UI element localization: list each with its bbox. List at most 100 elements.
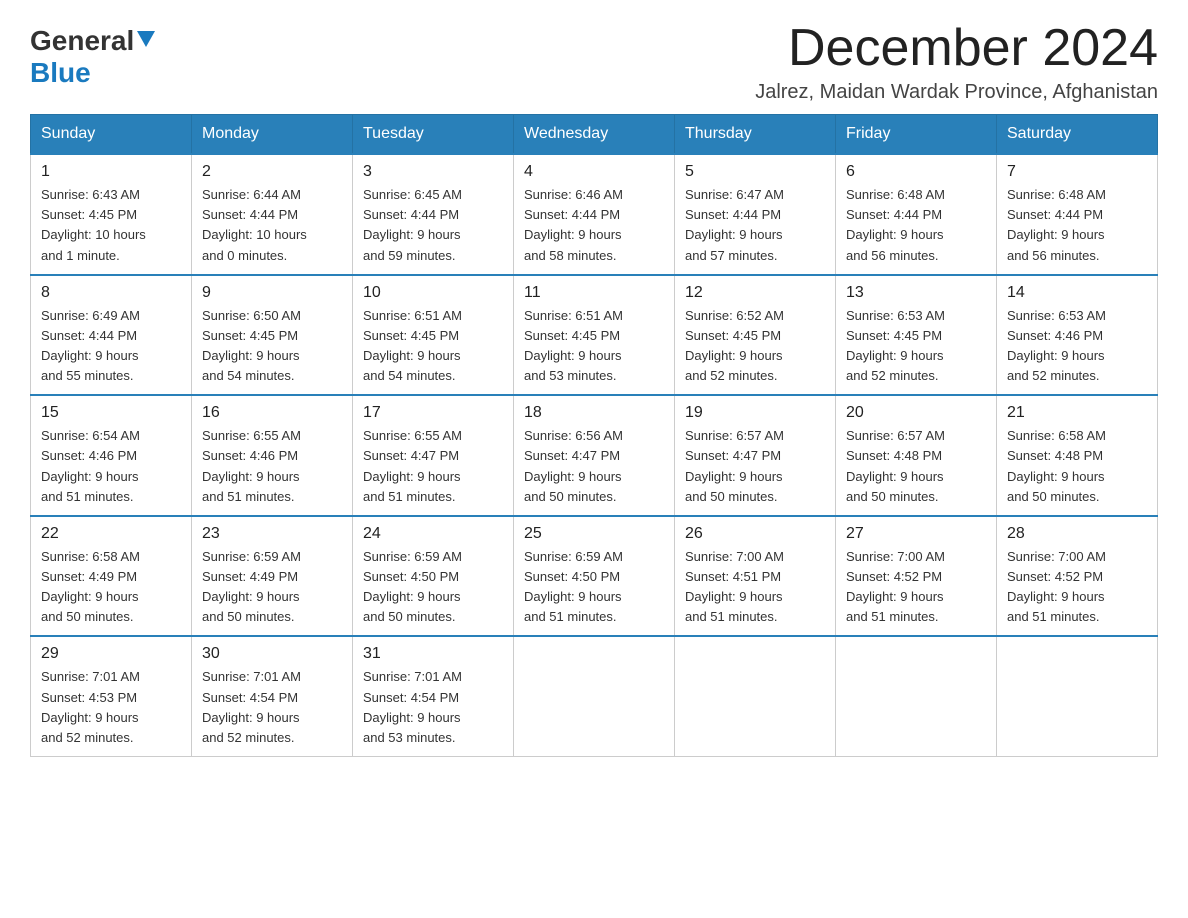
day-number: 4 xyxy=(524,163,664,181)
day-info: Sunrise: 6:58 AMSunset: 4:48 PMDaylight:… xyxy=(1007,426,1147,507)
logo-arrow-icon xyxy=(137,31,155,52)
calendar-week-3: 15 Sunrise: 6:54 AMSunset: 4:46 PMDayligh… xyxy=(31,395,1158,516)
day-number: 15 xyxy=(41,404,181,422)
day-info: Sunrise: 6:47 AMSunset: 4:44 PMDaylight:… xyxy=(685,185,825,266)
calendar-cell xyxy=(514,636,675,756)
day-info: Sunrise: 7:01 AMSunset: 4:53 PMDaylight:… xyxy=(41,667,181,748)
calendar-week-1: 1 Sunrise: 6:43 AMSunset: 4:45 PMDaylight… xyxy=(31,154,1158,275)
calendar-cell: 2 Sunrise: 6:44 AMSunset: 4:44 PMDaylight… xyxy=(192,154,353,275)
calendar-cell: 19 Sunrise: 6:57 AMSunset: 4:47 PMDayligh… xyxy=(675,395,836,516)
title-section: December 2024 Jalrez, Maidan Wardak Prov… xyxy=(755,20,1158,104)
day-info: Sunrise: 6:48 AMSunset: 4:44 PMDaylight:… xyxy=(1007,185,1147,266)
day-info: Sunrise: 6:57 AMSunset: 4:47 PMDaylight:… xyxy=(685,426,825,507)
day-number: 26 xyxy=(685,525,825,543)
calendar-cell: 22 Sunrise: 6:58 AMSunset: 4:49 PMDayligh… xyxy=(31,516,192,637)
calendar-cell: 18Sunrise: 6:56 AMSunset: 4:47 PMDayligh… xyxy=(514,395,675,516)
day-number: 2 xyxy=(202,163,342,181)
day-number: 27 xyxy=(846,525,986,543)
calendar-cell: 5 Sunrise: 6:47 AMSunset: 4:44 PMDaylight… xyxy=(675,154,836,275)
calendar-cell: 8 Sunrise: 6:49 AMSunset: 4:44 PMDaylight… xyxy=(31,275,192,396)
calendar-cell: 4 Sunrise: 6:46 AMSunset: 4:44 PMDaylight… xyxy=(514,154,675,275)
calendar-cell: 17 Sunrise: 6:55 AMSunset: 4:47 PMDayligh… xyxy=(353,395,514,516)
header-monday: Monday xyxy=(192,115,353,155)
day-info: Sunrise: 6:57 AMSunset: 4:48 PMDaylight:… xyxy=(846,426,986,507)
calendar-body: 1 Sunrise: 6:43 AMSunset: 4:45 PMDaylight… xyxy=(31,154,1158,756)
day-info: Sunrise: 6:53 AMSunset: 4:46 PMDaylight:… xyxy=(1007,306,1147,387)
calendar-cell: 15 Sunrise: 6:54 AMSunset: 4:46 PMDayligh… xyxy=(31,395,192,516)
day-info: Sunrise: 6:50 AMSunset: 4:45 PMDaylight:… xyxy=(202,306,342,387)
day-number: 31 xyxy=(363,645,503,663)
calendar-week-5: 29 Sunrise: 7:01 AMSunset: 4:53 PMDayligh… xyxy=(31,636,1158,756)
day-info: Sunrise: 6:49 AMSunset: 4:44 PMDaylight:… xyxy=(41,306,181,387)
header-tuesday: Tuesday xyxy=(353,115,514,155)
day-info: Sunrise: 7:00 AMSunset: 4:52 PMDaylight:… xyxy=(1007,547,1147,628)
day-info: Sunrise: 6:43 AMSunset: 4:45 PMDaylight:… xyxy=(41,185,181,266)
day-info: Sunrise: 6:58 AMSunset: 4:49 PMDaylight:… xyxy=(41,547,181,628)
calendar-cell: 25Sunrise: 6:59 AMSunset: 4:50 PMDayligh… xyxy=(514,516,675,637)
header-row: Sunday Monday Tuesday Wednesday Thursday… xyxy=(31,115,1158,155)
calendar-cell xyxy=(675,636,836,756)
day-info: Sunrise: 7:00 AMSunset: 4:51 PMDaylight:… xyxy=(685,547,825,628)
day-number: 9 xyxy=(202,284,342,302)
calendar-cell xyxy=(836,636,997,756)
day-number: 7 xyxy=(1007,163,1147,181)
day-info: Sunrise: 6:53 AMSunset: 4:45 PMDaylight:… xyxy=(846,306,986,387)
day-number: 10 xyxy=(363,284,503,302)
day-number: 20 xyxy=(846,404,986,422)
day-info: Sunrise: 6:44 AMSunset: 4:44 PMDaylight:… xyxy=(202,185,342,266)
day-number: 17 xyxy=(363,404,503,422)
calendar-week-4: 22 Sunrise: 6:58 AMSunset: 4:49 PMDayligh… xyxy=(31,516,1158,637)
calendar-table: Sunday Monday Tuesday Wednesday Thursday… xyxy=(30,114,1158,757)
day-info: Sunrise: 7:00 AMSunset: 4:52 PMDaylight:… xyxy=(846,547,986,628)
day-info: Sunrise: 6:52 AMSunset: 4:45 PMDaylight:… xyxy=(685,306,825,387)
calendar-cell: 27 Sunrise: 7:00 AMSunset: 4:52 PMDayligh… xyxy=(836,516,997,637)
calendar-cell: 9 Sunrise: 6:50 AMSunset: 4:45 PMDaylight… xyxy=(192,275,353,396)
day-info: Sunrise: 6:55 AMSunset: 4:46 PMDaylight:… xyxy=(202,426,342,507)
day-number: 1 xyxy=(41,163,181,181)
header-saturday: Saturday xyxy=(997,115,1158,155)
calendar-cell: 23Sunrise: 6:59 AMSunset: 4:49 PMDayligh… xyxy=(192,516,353,637)
logo: General Blue xyxy=(30,20,155,89)
page-header: General Blue December 2024 Jalrez, Maida… xyxy=(30,20,1158,104)
calendar-cell: 28 Sunrise: 7:00 AMSunset: 4:52 PMDayligh… xyxy=(997,516,1158,637)
day-info: Sunrise: 6:55 AMSunset: 4:47 PMDaylight:… xyxy=(363,426,503,507)
calendar-cell: 14Sunrise: 6:53 AMSunset: 4:46 PMDayligh… xyxy=(997,275,1158,396)
calendar-week-2: 8 Sunrise: 6:49 AMSunset: 4:44 PMDaylight… xyxy=(31,275,1158,396)
day-number: 30 xyxy=(202,645,342,663)
day-number: 16 xyxy=(202,404,342,422)
location-label: Jalrez, Maidan Wardak Province, Afghanis… xyxy=(755,81,1158,104)
logo-blue-text: Blue xyxy=(30,57,91,88)
day-number: 8 xyxy=(41,284,181,302)
calendar-cell: 11Sunrise: 6:51 AMSunset: 4:45 PMDayligh… xyxy=(514,275,675,396)
calendar-cell: 13Sunrise: 6:53 AMSunset: 4:45 PMDayligh… xyxy=(836,275,997,396)
calendar-cell: 21Sunrise: 6:58 AMSunset: 4:48 PMDayligh… xyxy=(997,395,1158,516)
calendar-cell: 12Sunrise: 6:52 AMSunset: 4:45 PMDayligh… xyxy=(675,275,836,396)
calendar-cell: 31Sunrise: 7:01 AMSunset: 4:54 PMDayligh… xyxy=(353,636,514,756)
day-number: 23 xyxy=(202,525,342,543)
logo-general-text: General xyxy=(30,25,134,57)
day-number: 28 xyxy=(1007,525,1147,543)
day-info: Sunrise: 6:51 AMSunset: 4:45 PMDaylight:… xyxy=(524,306,664,387)
calendar-cell: 6Sunrise: 6:48 AMSunset: 4:44 PMDaylight… xyxy=(836,154,997,275)
day-info: Sunrise: 6:51 AMSunset: 4:45 PMDaylight:… xyxy=(363,306,503,387)
day-number: 5 xyxy=(685,163,825,181)
calendar-cell: 26 Sunrise: 7:00 AMSunset: 4:51 PMDayligh… xyxy=(675,516,836,637)
day-info: Sunrise: 6:54 AMSunset: 4:46 PMDaylight:… xyxy=(41,426,181,507)
calendar-cell: 10 Sunrise: 6:51 AMSunset: 4:45 PMDayligh… xyxy=(353,275,514,396)
day-number: 29 xyxy=(41,645,181,663)
header-wednesday: Wednesday xyxy=(514,115,675,155)
day-number: 3 xyxy=(363,163,503,181)
day-info: Sunrise: 6:48 AMSunset: 4:44 PMDaylight:… xyxy=(846,185,986,266)
calendar-cell: 16 Sunrise: 6:55 AMSunset: 4:46 PMDayligh… xyxy=(192,395,353,516)
month-title: December 2024 xyxy=(755,20,1158,77)
header-friday: Friday xyxy=(836,115,997,155)
day-number: 19 xyxy=(685,404,825,422)
day-info: Sunrise: 6:45 AMSunset: 4:44 PMDaylight:… xyxy=(363,185,503,266)
calendar-cell: 24Sunrise: 6:59 AMSunset: 4:50 PMDayligh… xyxy=(353,516,514,637)
calendar-cell xyxy=(997,636,1158,756)
calendar-cell: 7 Sunrise: 6:48 AMSunset: 4:44 PMDaylight… xyxy=(997,154,1158,275)
day-number: 22 xyxy=(41,525,181,543)
calendar-header: Sunday Monday Tuesday Wednesday Thursday… xyxy=(31,115,1158,155)
day-info: Sunrise: 6:59 AMSunset: 4:50 PMDaylight:… xyxy=(363,547,503,628)
day-info: Sunrise: 6:46 AMSunset: 4:44 PMDaylight:… xyxy=(524,185,664,266)
